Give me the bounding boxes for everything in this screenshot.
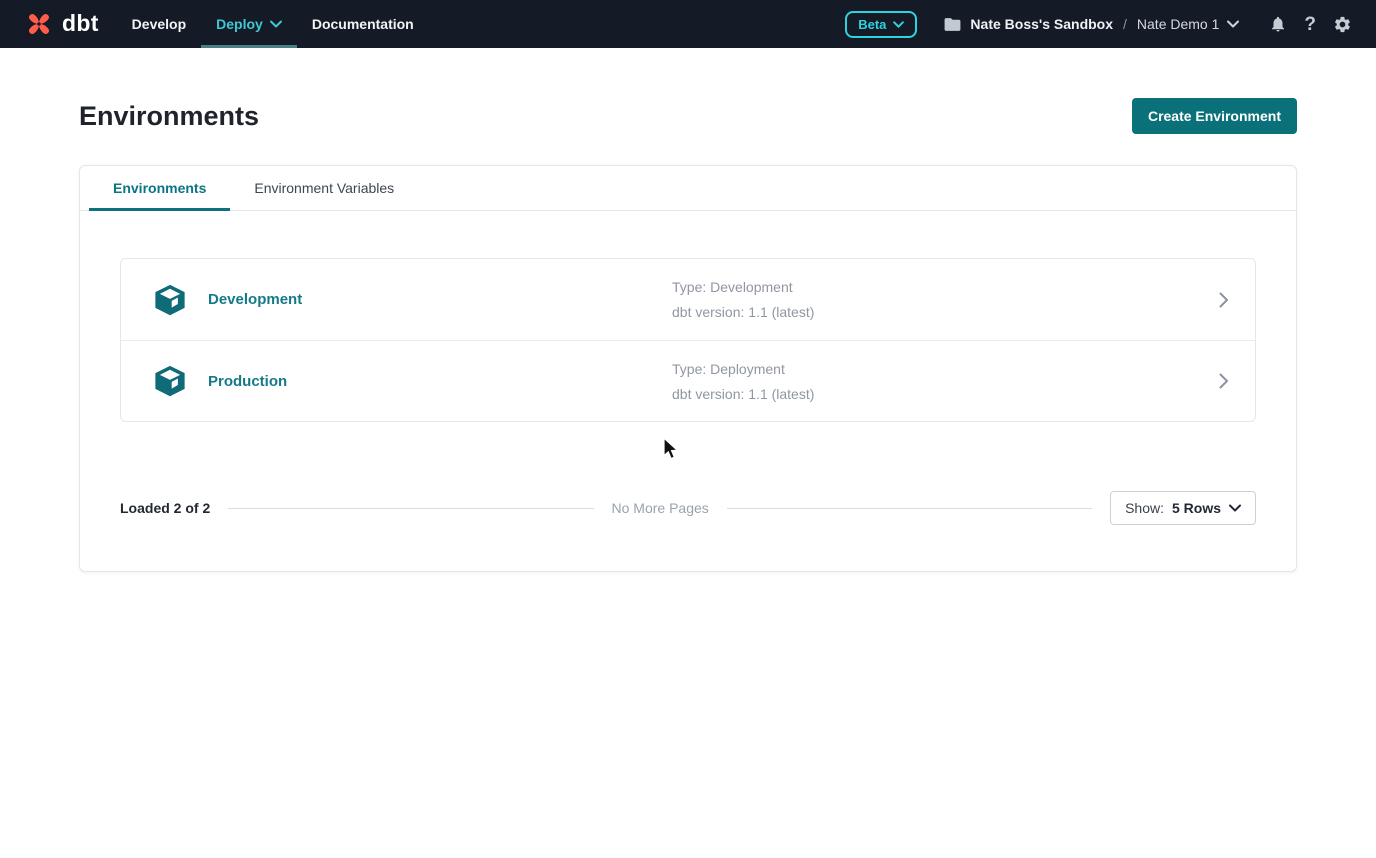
gear-icon[interactable] [1333,15,1352,34]
notifications-bell-icon[interactable] [1269,15,1287,33]
page-header: Environments Create Environment [79,98,1297,134]
chevron-right-icon[interactable] [1219,292,1229,308]
environment-row-left: Production [152,363,672,399]
help-icon[interactable]: ? [1304,15,1316,34]
project-name: Nate Demo 1 [1137,16,1219,32]
tab-label: Environments [113,180,206,196]
divider-line [228,508,593,509]
pagination-footer: Loaded 2 of 2 No More Pages Show: 5 Rows [120,491,1256,525]
top-navbar: dbt Develop Deploy Documentation Beta Na… [0,0,1376,48]
no-more-pages-label: No More Pages [612,500,709,516]
nav-item-documentation[interactable]: Documentation [297,0,429,48]
loaded-count-label: Loaded 2 of 2 [120,500,210,516]
create-environment-button[interactable]: Create Environment [1132,98,1297,134]
environment-row-production[interactable]: Production Type: Deployment dbt version:… [121,340,1255,421]
rows-per-page-dropdown[interactable]: Show: 5 Rows [1110,491,1256,525]
environment-type: Type: Deployment [672,361,1219,377]
tab-panel-environments: Development Type: Development dbt versio… [80,211,1296,571]
page-title: Environments [79,101,259,132]
tab-bar: Environments Environment Variables [80,166,1296,211]
dbt-logo[interactable]: dbt [24,9,99,39]
primary-nav: Develop Deploy Documentation [117,0,429,48]
chevron-down-icon [893,21,904,28]
navbar-icon-group: ? [1269,15,1352,34]
account-project-picker[interactable]: Nate Boss's Sandbox / Nate Demo 1 [943,15,1239,34]
environments-card: Environments Environment Variables [79,165,1297,572]
environment-name-link[interactable]: Production [208,373,287,390]
nav-item-develop[interactable]: Develop [117,0,201,48]
dbt-logo-text: dbt [62,10,99,37]
show-label: Show: [1125,500,1164,516]
environment-dbt-version: dbt version: 1.1 (latest) [672,304,1219,320]
environment-meta: Type: Deployment dbt version: 1.1 (lates… [672,361,1219,402]
tab-environments[interactable]: Environments [89,166,230,210]
tab-label: Environment Variables [254,180,394,196]
environment-type: Type: Development [672,279,1219,295]
dbt-logo-icon [24,9,54,39]
chevron-down-icon [1227,20,1239,28]
chevron-down-icon [270,20,282,28]
divider-line [727,508,1092,509]
environment-row-left: Development [152,282,672,318]
environment-name-link[interactable]: Development [208,291,302,308]
main-content: Environments Create Environment Environm… [0,98,1376,572]
beta-dropdown-button[interactable]: Beta [845,11,917,38]
nav-item-label: Deploy [216,16,263,32]
environment-row-development[interactable]: Development Type: Development dbt versio… [121,259,1255,340]
environment-cube-icon [152,282,188,318]
chevron-down-icon [1229,504,1241,512]
navbar-right: Beta Nate Boss's Sandbox / Nate Demo 1 ? [845,11,1352,38]
beta-label: Beta [858,17,886,32]
folder-icon [943,15,962,34]
nav-item-label: Documentation [312,16,414,32]
chevron-right-icon[interactable] [1219,373,1229,389]
environment-meta: Type: Development dbt version: 1.1 (late… [672,279,1219,320]
rows-per-page-value: 5 Rows [1172,500,1221,516]
account-name: Nate Boss's Sandbox [970,16,1113,32]
nav-item-label: Develop [132,16,186,32]
environment-cube-icon [152,363,188,399]
breadcrumb-separator: / [1121,16,1129,32]
nav-item-deploy[interactable]: Deploy [201,0,297,48]
environment-dbt-version: dbt version: 1.1 (latest) [672,386,1219,402]
tab-environment-variables[interactable]: Environment Variables [230,166,418,210]
environment-list: Development Type: Development dbt versio… [120,258,1256,422]
